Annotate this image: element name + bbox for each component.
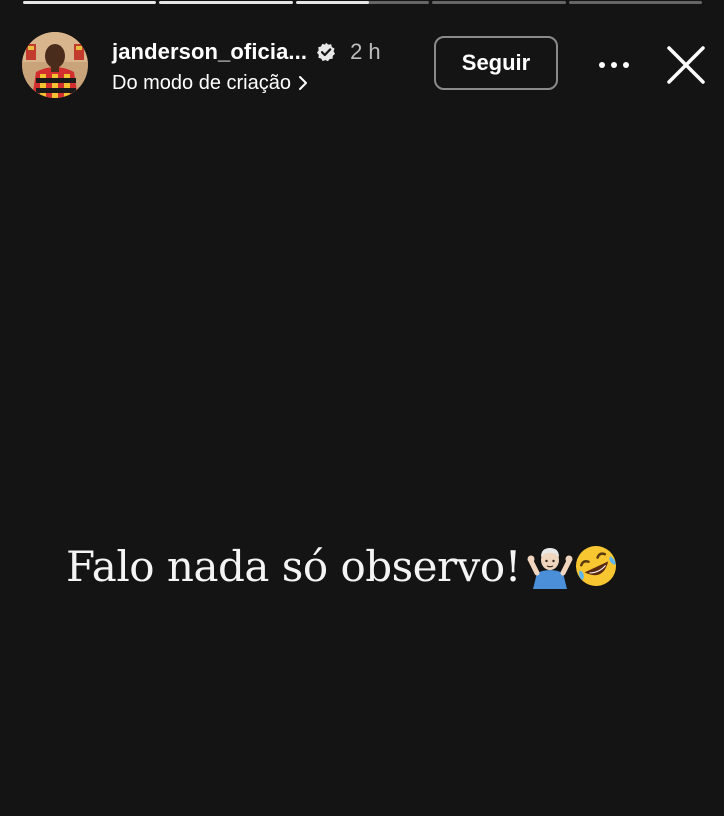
progress-segment bbox=[295, 1, 430, 4]
progress-segment bbox=[568, 1, 703, 4]
story-progress-bar bbox=[23, 1, 703, 5]
person-shrugging-emoji bbox=[527, 543, 573, 589]
follow-button[interactable]: Seguir bbox=[434, 36, 558, 90]
verified-badge-icon bbox=[316, 42, 336, 62]
timestamp: 2 h bbox=[350, 39, 381, 64]
story-caption: Falo nada só observo! bbox=[66, 541, 522, 591]
progress-segment bbox=[23, 1, 157, 4]
progress-fill bbox=[23, 1, 157, 4]
avatar-photo bbox=[22, 32, 88, 98]
story-text: Falo nada só observo! bbox=[66, 538, 619, 594]
chevron-right-icon bbox=[298, 75, 308, 91]
creation-mode-link[interactable]: Do modo de criação bbox=[112, 70, 308, 96]
progress-fill bbox=[159, 1, 293, 4]
story-header: janderson_oficia... 2 h Do modo de criaç… bbox=[22, 32, 708, 102]
subtitle: Do modo de criação bbox=[112, 71, 291, 94]
rolling-on-floor-laughing-emoji bbox=[573, 543, 619, 589]
more-horizontal-icon[interactable] bbox=[594, 50, 634, 80]
username-line: janderson_oficia... 2 h bbox=[112, 38, 381, 66]
progress-segment bbox=[432, 1, 566, 4]
progress-segment bbox=[159, 1, 293, 4]
username[interactable]: janderson_oficia... bbox=[112, 39, 307, 65]
close-icon[interactable] bbox=[666, 45, 706, 85]
progress-fill bbox=[295, 1, 370, 4]
avatar[interactable] bbox=[22, 32, 88, 98]
